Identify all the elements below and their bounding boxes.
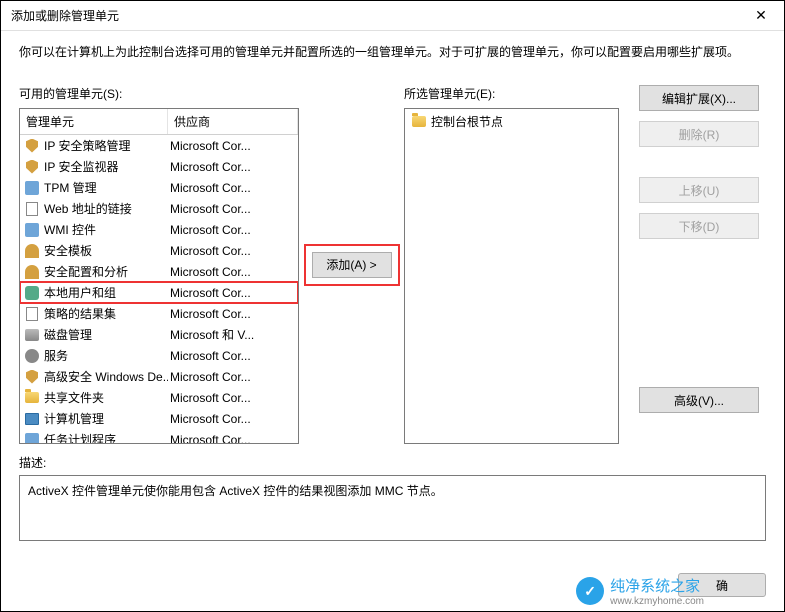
list-item-name: IP 安全策略管理 — [44, 137, 130, 154]
tree-root-item[interactable]: 控制台根节点 — [407, 111, 616, 132]
key-icon — [24, 243, 40, 259]
disk-icon — [24, 327, 40, 343]
close-icon: ✕ — [755, 7, 767, 24]
add-button[interactable]: 添加(A) > — [312, 252, 392, 278]
add-button-highlight: 添加(A) > — [312, 252, 392, 278]
gear-icon — [24, 348, 40, 364]
tree-root-label: 控制台根节点 — [431, 113, 503, 130]
available-column: 可用的管理单元(S): 管理单元 供应商 IP 安全策略管理 Microsoft … — [19, 85, 299, 444]
list-item-name: 任务计划程序 — [44, 431, 116, 444]
list-item[interactable]: Web 地址的链接 Microsoft Cor... — [20, 198, 298, 219]
computer-icon — [24, 411, 40, 427]
list-item-vendor: Microsoft Cor... — [168, 349, 294, 363]
generic-icon — [24, 180, 40, 196]
dialog-window: 添加或删除管理单元 ✕ 你可以在计算机上为此控制台选择可用的管理单元并配置所选的… — [0, 0, 785, 612]
list-item-name: 计算机管理 — [44, 410, 104, 427]
intro-text: 你可以在计算机上为此控制台选择可用的管理单元并配置所选的一组管理单元。对于可扩展… — [19, 43, 766, 61]
list-item-vendor: Microsoft Cor... — [168, 370, 294, 384]
list-item-vendor: Microsoft Cor... — [168, 265, 294, 279]
list-item-vendor: Microsoft Cor... — [168, 391, 294, 405]
selected-treebox[interactable]: 控制台根节点 — [404, 108, 619, 444]
list-item[interactable]: 任务计划程序 Microsoft Cor... — [20, 429, 298, 444]
people-icon — [24, 285, 40, 301]
description-box: ActiveX 控件管理单元使你能用包含 ActiveX 控件的结果视图添加 M… — [19, 475, 766, 541]
shield-icon — [24, 369, 40, 385]
generic-icon — [24, 432, 40, 445]
list-item-name: 共享文件夹 — [44, 389, 104, 406]
list-item-name: 高级安全 Windows De... — [44, 368, 168, 385]
list-item-name: TPM 管理 — [44, 179, 97, 196]
description-section: 描述: ActiveX 控件管理单元使你能用包含 ActiveX 控件的结果视图… — [19, 454, 766, 541]
available-list-header: 管理单元 供应商 — [20, 109, 298, 135]
middle-column: 添加(A) > — [299, 85, 404, 444]
list-item[interactable]: IP 安全策略管理 Microsoft Cor... — [20, 135, 298, 156]
list-item-vendor: Microsoft Cor... — [168, 244, 294, 258]
doc-icon — [24, 201, 40, 217]
description-label: 描述: — [19, 454, 766, 471]
footer: 确 — [678, 573, 766, 597]
key-icon — [24, 264, 40, 280]
folder-icon — [24, 390, 40, 406]
move-up-button[interactable]: 上移(U) — [639, 177, 759, 203]
list-item[interactable]: 安全配置和分析 Microsoft Cor... — [20, 261, 298, 282]
list-item-vendor: Microsoft Cor... — [168, 202, 294, 216]
available-label: 可用的管理单元(S): — [19, 85, 299, 102]
list-item-vendor: Microsoft Cor... — [168, 223, 294, 237]
description-text: ActiveX 控件管理单元使你能用包含 ActiveX 控件的结果视图添加 M… — [28, 484, 443, 498]
col-header-name[interactable]: 管理单元 — [20, 109, 168, 134]
action-buttons-column: 编辑扩展(X)... 删除(R) 上移(U) 下移(D) 高级(V)... — [619, 85, 766, 444]
list-item[interactable]: IP 安全监视器 Microsoft Cor... — [20, 156, 298, 177]
list-item[interactable]: 高级安全 Windows De...Microsoft Cor... — [20, 366, 298, 387]
list-item[interactable]: WMI 控件 Microsoft Cor... — [20, 219, 298, 240]
watermark-icon: ✓ — [576, 577, 604, 605]
list-item-name: Web 地址的链接 — [44, 200, 132, 217]
selected-column: 所选管理单元(E): 控制台根节点 — [404, 85, 619, 444]
list-item[interactable]: 安全模板 Microsoft Cor... — [20, 240, 298, 261]
list-item-vendor: Microsoft Cor... — [168, 139, 294, 153]
col-header-vendor[interactable]: 供应商 — [168, 109, 298, 134]
list-item-vendor: Microsoft 和 V... — [168, 326, 294, 343]
list-item-name: IP 安全监视器 — [44, 158, 118, 175]
list-item[interactable]: 磁盘管理 Microsoft 和 V... — [20, 324, 298, 345]
content-area: 你可以在计算机上为此控制台选择可用的管理单元并配置所选的一组管理单元。对于可扩展… — [1, 31, 784, 541]
list-item-name: 本地用户和组 — [44, 284, 116, 301]
available-listbox[interactable]: 管理单元 供应商 IP 安全策略管理Microsoft Cor...IP 安全监… — [19, 108, 299, 444]
generic-icon — [24, 222, 40, 238]
edit-extensions-button[interactable]: 编辑扩展(X)... — [639, 85, 759, 111]
list-item-vendor: Microsoft Cor... — [168, 160, 294, 174]
advanced-button[interactable]: 高级(V)... — [639, 387, 759, 413]
list-item-vendor: Microsoft Cor... — [168, 433, 294, 445]
shield-icon — [24, 159, 40, 175]
watermark-url: www.kzmyhome.com — [610, 596, 704, 607]
list-item-name: 安全配置和分析 — [44, 263, 128, 280]
list-item-name: 策略的结果集 — [44, 305, 116, 322]
remove-button[interactable]: 删除(R) — [639, 121, 759, 147]
shield-icon — [24, 138, 40, 154]
doc-icon — [24, 306, 40, 322]
columns: 可用的管理单元(S): 管理单元 供应商 IP 安全策略管理 Microsoft … — [19, 85, 766, 444]
list-item-name: WMI 控件 — [44, 221, 96, 238]
list-item-name: 磁盘管理 — [44, 326, 92, 343]
list-item[interactable]: 共享文件夹 Microsoft Cor... — [20, 387, 298, 408]
list-item[interactable]: 策略的结果集 Microsoft Cor... — [20, 303, 298, 324]
list-item[interactable]: 本地用户和组 Microsoft Cor... — [20, 282, 298, 303]
folder-icon — [411, 114, 427, 130]
list-item-vendor: Microsoft Cor... — [168, 181, 294, 195]
selected-label: 所选管理单元(E): — [404, 85, 619, 102]
ok-button[interactable]: 确 — [678, 573, 766, 597]
list-item-name: 安全模板 — [44, 242, 92, 259]
list-item[interactable]: TPM 管理 Microsoft Cor... — [20, 177, 298, 198]
window-title: 添加或删除管理单元 — [11, 7, 119, 24]
titlebar: 添加或删除管理单元 ✕ — [1, 1, 784, 31]
list-item-vendor: Microsoft Cor... — [168, 412, 294, 426]
list-item-name: 服务 — [44, 347, 68, 364]
list-item-vendor: Microsoft Cor... — [168, 307, 294, 321]
move-down-button[interactable]: 下移(D) — [639, 213, 759, 239]
list-item-vendor: Microsoft Cor... — [168, 286, 294, 300]
list-item[interactable]: 服务 Microsoft Cor... — [20, 345, 298, 366]
list-item[interactable]: 计算机管理 Microsoft Cor... — [20, 408, 298, 429]
close-button[interactable]: ✕ — [738, 1, 784, 31]
